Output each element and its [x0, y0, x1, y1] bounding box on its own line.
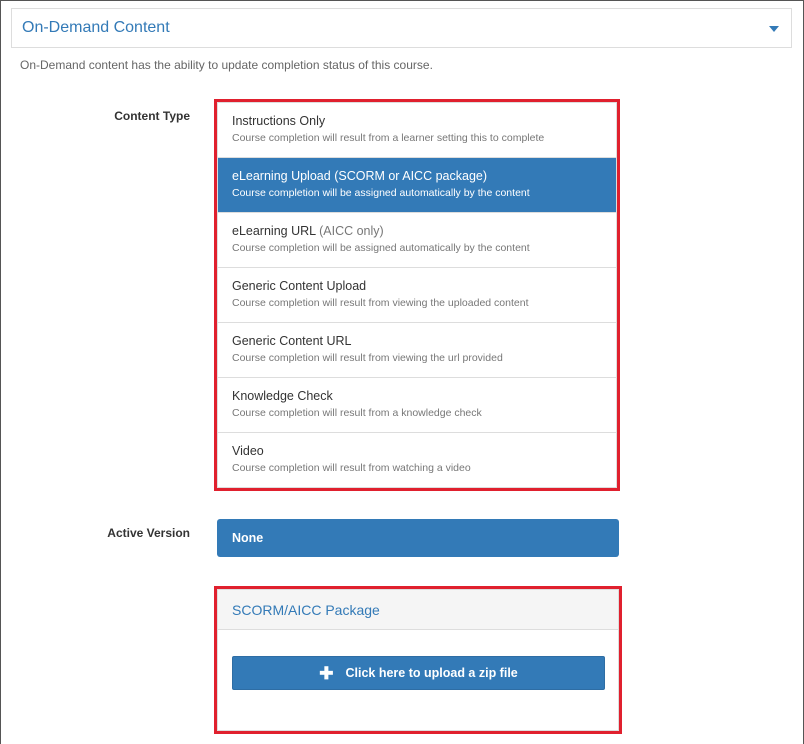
- page-frame: On-Demand Content On-Demand content has …: [0, 0, 804, 744]
- active-version-select[interactable]: None: [217, 519, 619, 557]
- panel-description: On-Demand content has the ability to upd…: [20, 58, 433, 72]
- on-demand-content-header[interactable]: On-Demand Content: [11, 8, 792, 48]
- content-type-highlight: [214, 99, 620, 491]
- scorm-highlight: [214, 586, 622, 734]
- caret-down-icon[interactable]: [769, 26, 779, 32]
- panel-title: On-Demand Content: [22, 19, 170, 36]
- active-version-label: Active Version: [107, 526, 190, 540]
- content-type-label: Content Type: [114, 109, 190, 123]
- active-version-value: None: [232, 531, 264, 545]
